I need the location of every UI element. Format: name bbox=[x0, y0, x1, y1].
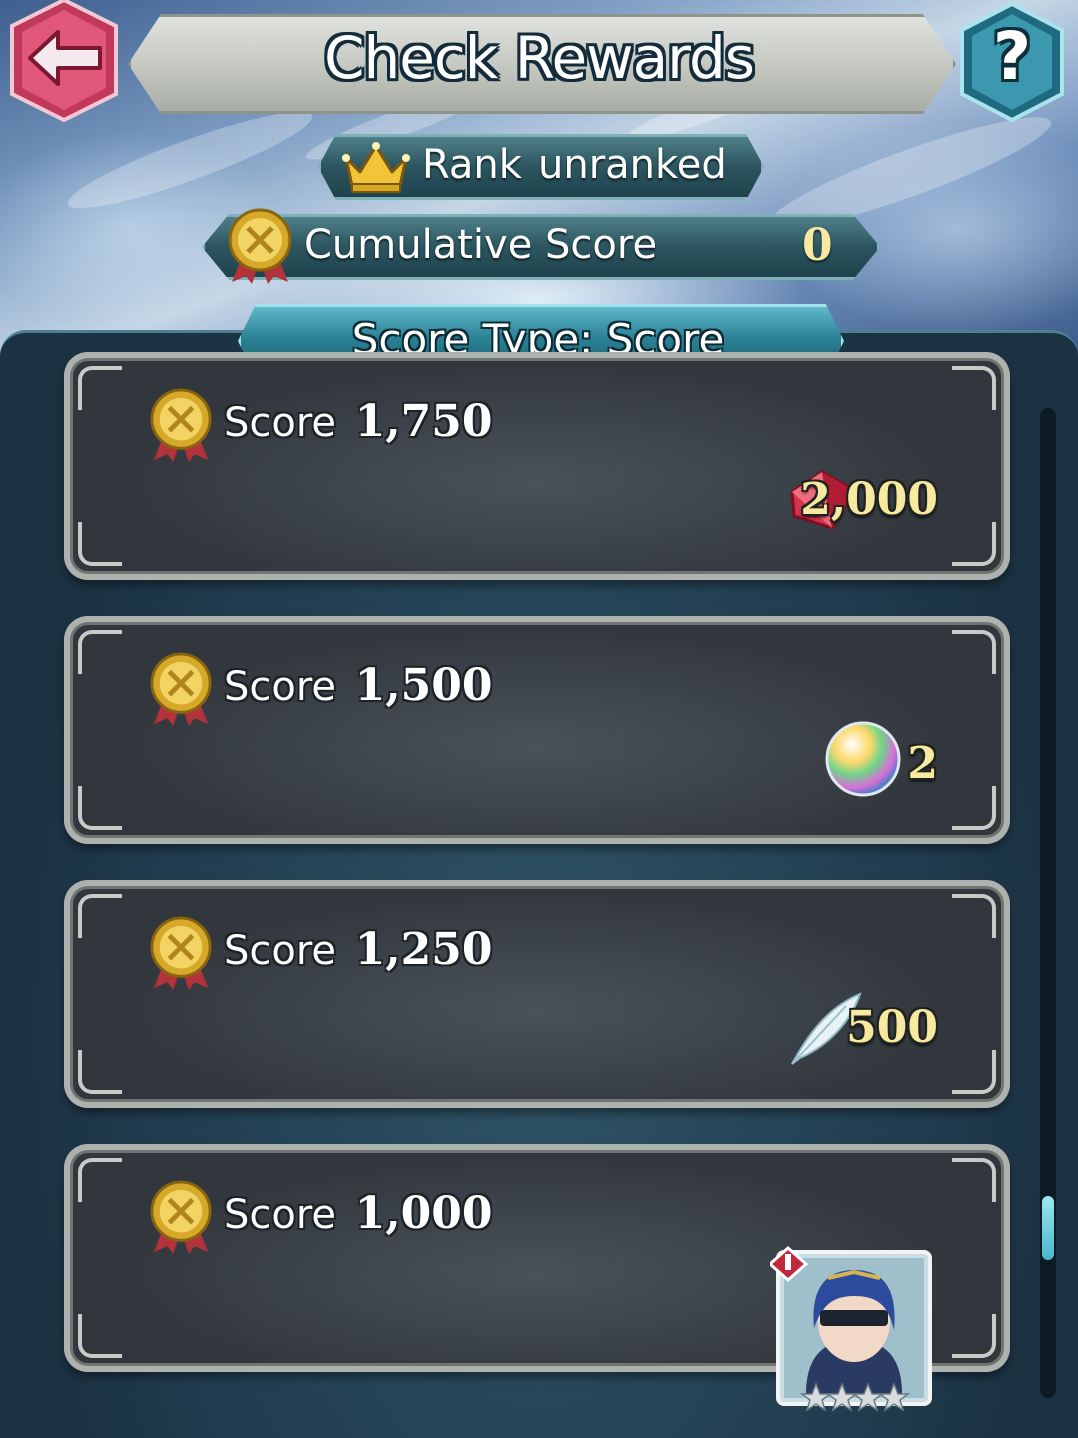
help-label: ? bbox=[992, 18, 1032, 95]
back-arrow-icon bbox=[10, 0, 118, 123]
score-value: 1,250 bbox=[354, 924, 493, 975]
score-value: 1,500 bbox=[354, 660, 493, 711]
score-label: Score bbox=[224, 928, 337, 974]
score-value: 1,750 bbox=[354, 396, 493, 447]
reward-score-threshold: Score 1,250 bbox=[224, 924, 493, 975]
score-label: Score bbox=[224, 1192, 337, 1238]
score-medal-icon bbox=[148, 384, 214, 466]
rank-label: Rank bbox=[422, 142, 522, 188]
rank-value: unranked bbox=[538, 142, 727, 188]
score-medal-icon bbox=[228, 208, 292, 284]
reward-amount: 2,000 bbox=[800, 474, 938, 525]
scrollbar-thumb[interactable] bbox=[1042, 1196, 1054, 1260]
score-medal-icon bbox=[148, 648, 214, 730]
reward-amount: 500 bbox=[846, 1002, 938, 1053]
rainbow-orb-icon bbox=[824, 720, 902, 802]
cumulative-score-label: Cumulative Score bbox=[304, 222, 658, 268]
reward-card: Score 1,000 bbox=[64, 1144, 1010, 1412]
hero-portrait[interactable] bbox=[767, 1244, 938, 1416]
score-label: Score bbox=[224, 400, 337, 446]
reward-card: Score 1,500 2 bbox=[64, 616, 1010, 844]
reward-score-threshold: Score 1,000 bbox=[224, 1188, 493, 1239]
reward-card: Score 1,250 500 bbox=[64, 880, 1010, 1108]
score-value: 1,000 bbox=[354, 1188, 493, 1239]
reward-card: Score 1,750 2,000 bbox=[64, 352, 1010, 580]
back-button[interactable] bbox=[0, 0, 128, 124]
reward-score-threshold: Score 1,750 bbox=[224, 396, 493, 447]
help-button[interactable]: ? bbox=[948, 0, 1076, 126]
reward-amount: 2 bbox=[907, 738, 938, 789]
page-title: Check Rewards bbox=[323, 24, 755, 92]
score-medal-icon bbox=[148, 912, 214, 994]
score-medal-icon bbox=[148, 1176, 214, 1258]
crown-icon bbox=[342, 142, 410, 193]
cumulative-score-value: 0 bbox=[802, 220, 833, 271]
score-label: Score bbox=[224, 664, 337, 710]
reward-score-threshold: Score 1,500 bbox=[224, 660, 493, 711]
